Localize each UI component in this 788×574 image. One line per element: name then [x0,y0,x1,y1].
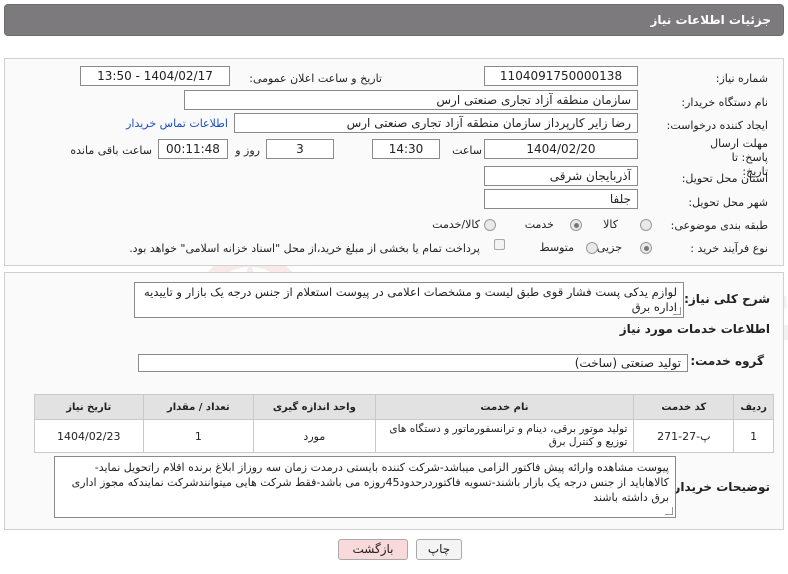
cell-qty: 1 [142,419,255,453]
process-label: نوع فرآیند خرید : [690,242,768,255]
cell-name: تولید موتور برقی، دینام و ترانسفورماتور … [374,419,635,453]
buyer-notes-textarea[interactable]: پیوست مشاهده وارائه پیش فاکتور الزامی می… [54,456,676,518]
cell-unit: مورد [253,419,376,453]
category-radio-goods-service[interactable] [484,219,496,231]
page-title: جزئیات اطلاعات نیاز [650,13,771,27]
category-radio-goods[interactable] [640,219,652,231]
remaining-label: ساعت باقی مانده [70,144,152,157]
province-field: آذربایجان شرقی [484,166,638,186]
category-option-goods-service: کالا/خدمت [432,218,480,231]
print-button[interactable]: چاپ [416,539,462,560]
services-table: ردیف کد خدمت نام خدمت واحد اندازه گیری ت… [34,394,774,453]
creator-field: رضا زایر کارپرداز سازمان منطقه آزاد تجار… [234,113,638,133]
description-text: لوازم یدکی پست فشار قوی طبق لیست و مشخصا… [144,285,677,314]
description-textarea[interactable]: لوازم یدکی پست فشار قوی طبق لیست و مشخصا… [134,282,684,318]
deadline-time-field: 14:30 [372,139,440,159]
process-radio-minor[interactable] [640,242,652,254]
table-header-row: ردیف کد خدمت نام خدمت واحد اندازه گیری ت… [34,394,774,420]
remaining-time-field: 00:11:48 [158,139,228,159]
days-field: 3 [266,139,334,159]
resize-handle[interactable] [665,507,673,515]
description-label: شرح کلی نیاز: [684,292,770,306]
col-code-header: کد خدمت [633,394,735,420]
announce-label: تاریخ و ساعت اعلان عمومی: [249,72,382,85]
buyer-notes-label: توضیحات خریدار: [668,480,770,494]
days-label: روز و [235,144,260,157]
category-radio-service[interactable] [570,219,582,231]
announce-field: 1404/02/17 - 13:50 [80,66,230,86]
buyer-notes-text: پیوست مشاهده وارائه پیش فاکتور الزامی می… [71,461,669,504]
deadline-time-label: ساعت [452,144,482,157]
cell-code: پ-27-271 [633,419,735,453]
category-label: طبقه بندی موضوعی: [670,219,768,232]
resize-handle[interactable] [673,307,681,315]
cell-date: 1404/02/23 [34,419,144,453]
need-number-field: 1104091750000138 [484,66,638,86]
category-option-service: خدمت [524,218,554,231]
col-qty-header: تعداد / مقدار [142,394,255,420]
service-group-label: گروه خدمت: [690,354,764,368]
col-unit-header: واحد اندازه گیری [253,394,376,420]
deadline-date-field: 1404/02/20 [484,139,638,159]
col-date-header: تاریخ نیاز [34,394,144,420]
creator-label: ایجاد کننده درخواست: [666,119,768,132]
payment-checkbox[interactable] [494,239,505,250]
back-button[interactable]: بازگشت [338,539,408,560]
col-row-header: ردیف [733,394,774,420]
buyer-org-label: نام دستگاه خریدار: [681,96,768,109]
contact-buyer-link[interactable]: اطلاعات تماس خریدار [126,117,228,130]
process-option-medium: متوسط [539,241,574,254]
city-field: جلفا [484,189,638,209]
category-option-goods: کالا [603,218,618,231]
need-number-label: شماره نیاز: [715,72,768,85]
province-label: استان محل تحویل: [681,172,768,185]
process-radio-medium[interactable] [586,242,598,254]
buyer-org-field: سازمان منطقه آزاد تجاری صنعتی ارس [184,90,638,110]
col-name-header: نام خدمت [374,394,635,420]
page-header: جزئیات اطلاعات نیاز [4,4,784,36]
process-option-minor: جزیی [596,241,622,254]
service-group-field: تولید صنعتی (ساخت) [138,354,688,372]
city-label: شهر محل تحویل: [688,196,768,209]
payment-note: پرداخت تمام یا بخشی از مبلغ خرید،از محل … [129,242,480,255]
table-row: 1 پ-27-271 تولید موتور برقی، دینام و ترا… [34,419,774,453]
cell-row: 1 [733,419,774,453]
services-section-title: اطلاعات خدمات مورد نیاز [619,322,770,336]
